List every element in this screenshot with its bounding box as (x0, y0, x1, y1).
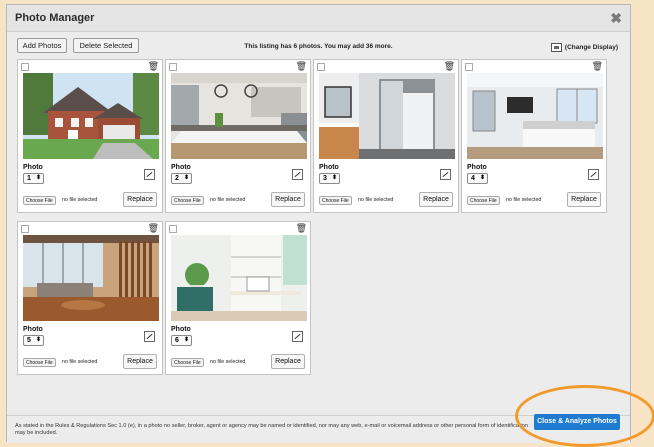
file-status: no file selected (210, 197, 246, 203)
photo-card: 🗑 Photo 2 ⬍ Choose File no file selected … (165, 59, 311, 213)
select-checkbox[interactable] (169, 225, 177, 233)
select-checkbox[interactable] (169, 63, 177, 71)
trash-icon[interactable]: 🗑 (444, 61, 455, 72)
stepper-arrows-icon: ⬍ (331, 175, 337, 181)
select-checkbox[interactable] (317, 63, 325, 71)
photo-thumbnail-bathroom[interactable] (319, 73, 455, 159)
photo-order-select[interactable]: 1 ⬍ (23, 173, 44, 184)
photo-order-value: 2 (175, 175, 179, 182)
photo-order-select[interactable]: 3 ⬍ (319, 173, 340, 184)
photo-count-info: This listing has 6 photos. You may add 3… (244, 43, 393, 50)
file-status: no file selected (358, 197, 394, 203)
photo-card: 🗑 Photo 3 ⬍ Choose File no file selected … (313, 59, 459, 213)
photo-order-select[interactable]: 5 ⬍ (23, 335, 44, 346)
select-checkbox[interactable] (21, 63, 29, 71)
photo-order-value: 4 (471, 175, 475, 182)
choose-file-button[interactable]: Choose File (23, 358, 56, 367)
photo-label: Photo (23, 326, 43, 333)
replace-button[interactable]: Replace (567, 192, 601, 207)
photo-card: 🗑 Photo 4 ⬍ Choose File no file selected … (461, 59, 607, 213)
stepper-arrows-icon: ⬍ (35, 337, 41, 343)
choose-file-button[interactable]: Choose File (467, 196, 500, 205)
photo-thumbnail-office[interactable] (171, 235, 307, 321)
stepper-arrows-icon: ⬍ (183, 175, 189, 181)
stepper-arrows-icon: ⬍ (479, 175, 485, 181)
trash-icon[interactable]: 🗑 (148, 223, 159, 234)
replace-button[interactable]: Replace (419, 192, 453, 207)
replace-button[interactable]: Replace (271, 354, 305, 369)
photo-order-value: 5 (27, 337, 31, 344)
photo-thumbnail-kitchen[interactable] (171, 73, 307, 159)
dialog-titlebar: Photo Manager ✖ (7, 5, 630, 32)
choose-file-button[interactable]: Choose File (171, 358, 204, 367)
photo-label: Photo (171, 164, 191, 171)
file-status: no file selected (210, 359, 246, 365)
rotate-icon[interactable] (588, 169, 599, 180)
stepper-arrows-icon: ⬍ (183, 337, 189, 343)
photo-order-select[interactable]: 6 ⬍ (171, 335, 192, 346)
photo-label: Photo (467, 164, 487, 171)
trash-icon[interactable]: 🗑 (148, 61, 159, 72)
close-icon[interactable]: ✖ (610, 10, 622, 27)
stepper-arrows-icon: ⬍ (35, 175, 41, 181)
display-icon (550, 42, 562, 52)
rotate-icon[interactable] (292, 169, 303, 180)
photo-card: 🗑 Photo 1 ⬍ Choose File no file selected… (17, 59, 163, 213)
photo-label: Photo (23, 164, 43, 171)
replace-button[interactable]: Replace (123, 192, 157, 207)
trash-icon[interactable]: 🗑 (296, 223, 307, 234)
photo-order-value: 1 (27, 175, 31, 182)
rotate-icon[interactable] (440, 169, 451, 180)
photo-order-value: 3 (323, 175, 327, 182)
replace-button[interactable]: Replace (271, 192, 305, 207)
rotate-icon[interactable] (292, 331, 303, 342)
select-checkbox[interactable] (21, 225, 29, 233)
photo-card: 🗑 Photo 5 ⬍ Choose File no file selected… (17, 221, 163, 375)
photo-thumbnail-bedroom[interactable] (467, 73, 603, 159)
photo-thumbnail-living-room[interactable] (23, 235, 159, 321)
trash-icon[interactable]: 🗑 (296, 61, 307, 72)
file-status: no file selected (62, 359, 98, 365)
photo-thumbnail-house-exterior[interactable] (23, 73, 159, 159)
photo-label: Photo (171, 326, 191, 333)
change-display-label: (Change Display) (564, 43, 618, 51)
rules-disclaimer: As stated in the Rules & Regulations Sec… (15, 423, 529, 436)
change-display-button[interactable]: (Change Display) (550, 41, 618, 53)
photo-manager-dialog: Photo Manager ✖ Add Photos Delete Select… (6, 4, 631, 443)
photo-order-value: 6 (175, 337, 179, 344)
close-analyze-photos-button[interactable]: Close & Analyze Photos (534, 414, 620, 430)
replace-button[interactable]: Replace (123, 354, 157, 369)
file-status: no file selected (506, 197, 542, 203)
choose-file-button[interactable]: Choose File (171, 196, 204, 205)
trash-icon[interactable]: 🗑 (592, 61, 603, 72)
photo-card: 🗑 Photo 6 ⬍ Choose File no file selected … (165, 221, 311, 375)
rotate-icon[interactable] (144, 331, 155, 342)
photo-label: Photo (319, 164, 339, 171)
choose-file-button[interactable]: Choose File (319, 196, 352, 205)
photo-order-select[interactable]: 2 ⬍ (171, 173, 192, 184)
select-checkbox[interactable] (465, 63, 473, 71)
dialog-title: Photo Manager (15, 12, 95, 24)
photo-order-select[interactable]: 4 ⬍ (467, 173, 488, 184)
file-status: no file selected (62, 197, 98, 203)
choose-file-button[interactable]: Choose File (23, 196, 56, 205)
rotate-icon[interactable] (144, 169, 155, 180)
